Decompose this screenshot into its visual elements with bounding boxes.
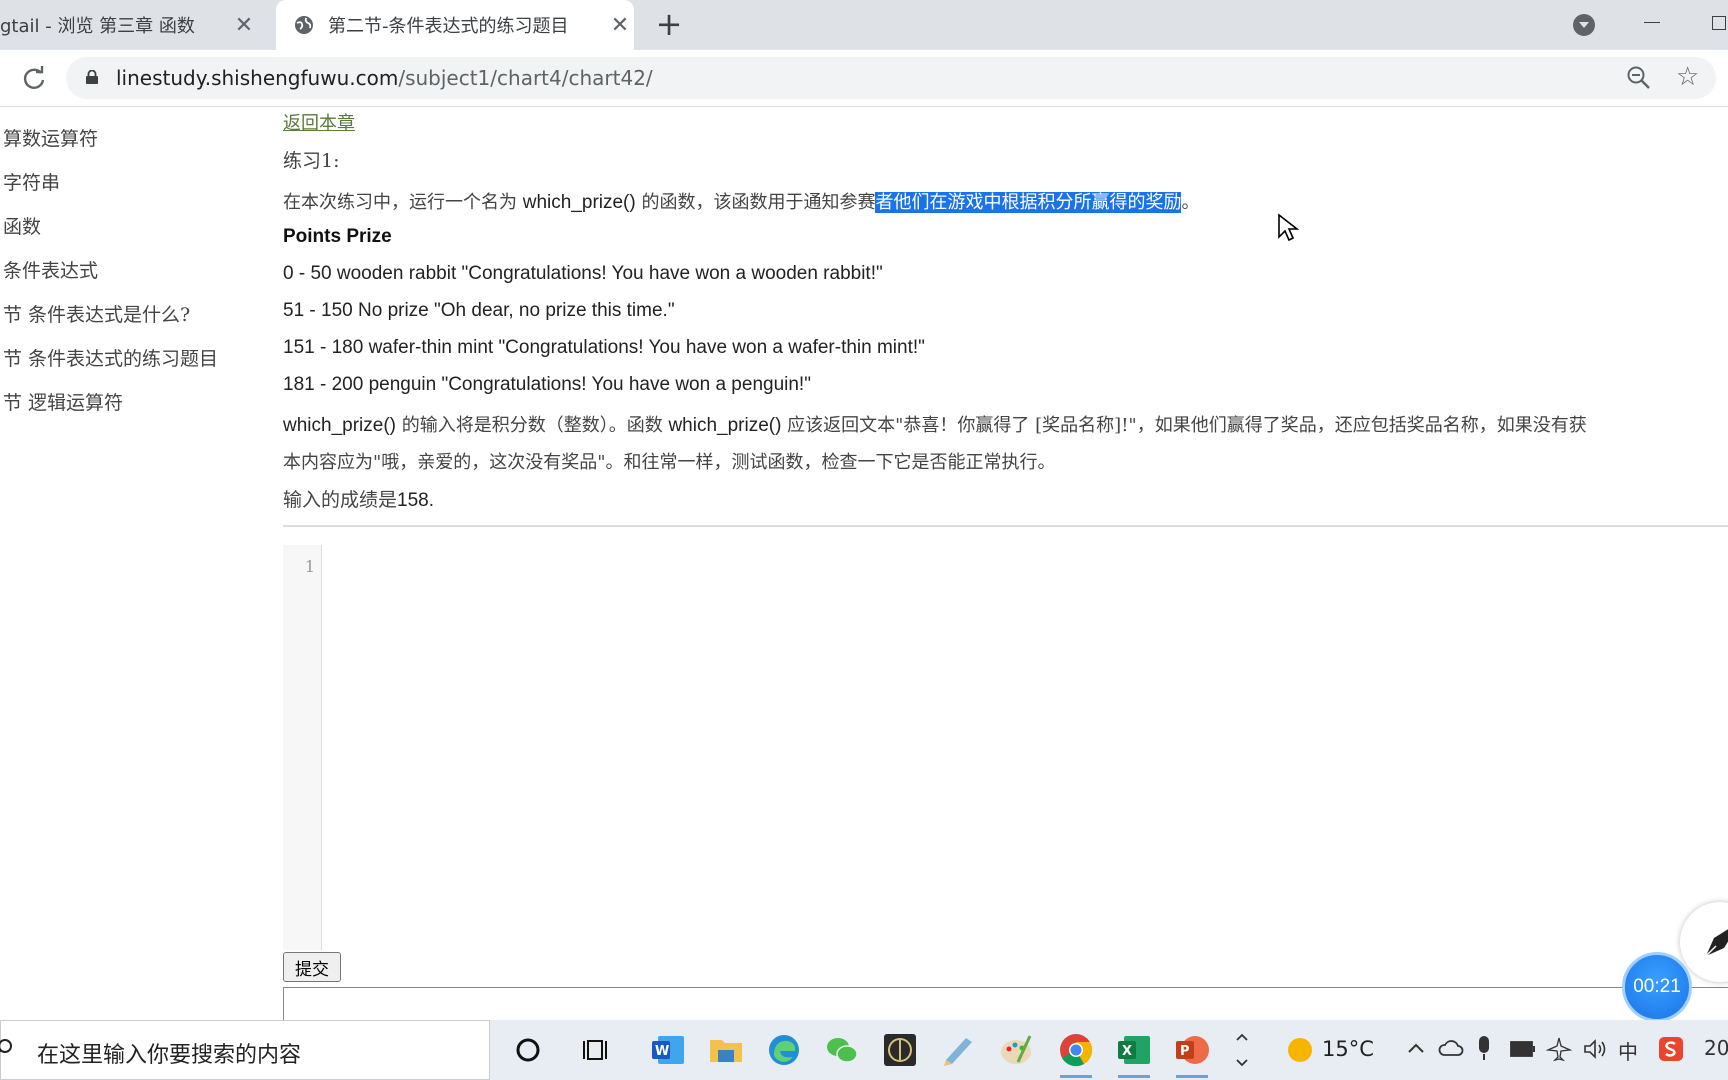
output-box — [283, 987, 1728, 1021]
description-text: 的输入将是积分数（整数）。函数 — [395, 415, 669, 436]
content-divider — [283, 525, 1728, 527]
airplane-mode-icon[interactable] — [1546, 1036, 1572, 1062]
exercise-intro: 在本次练习中，运行一个名为 which_prize() 的函数，该函数用于通知参… — [283, 188, 1199, 214]
minimize-icon[interactable] — [1644, 22, 1660, 23]
prize-row: 0 - 50 wooden rabbit "Congratulations! Y… — [283, 263, 883, 284]
tab-strip: gtail - 浏览 第三章 函数 ✕ 第二节-条件表达式的练习题目 ✕ + — [0, 0, 1728, 50]
bookmark-star-icon[interactable]: ☆ — [1676, 63, 1699, 91]
zoom-out-icon[interactable] — [1626, 65, 1652, 91]
maximize-icon[interactable] — [1712, 16, 1726, 30]
edge-icon[interactable] — [766, 1032, 802, 1068]
sidebar-item-strings[interactable]: 字符串 — [3, 168, 60, 195]
mouse-cursor-icon — [1278, 213, 1299, 242]
taskbar: 在这里输入你要搜索的内容 W X P 15°C 中 20 — [0, 1020, 1728, 1080]
editor-gutter: 1 — [283, 545, 322, 950]
paint-icon[interactable] — [998, 1032, 1034, 1068]
url-host: linestudy.shishengfuwu.com — [116, 66, 399, 90]
sidebar-item-conditionals[interactable]: 条件表达式 — [3, 256, 98, 283]
tab-exercise[interactable]: 第二节-条件表达式的练习题目 ✕ — [276, 0, 634, 50]
function-name: which_prize() — [668, 415, 782, 436]
globe-icon — [295, 16, 313, 34]
tab-search-icon[interactable] — [1573, 14, 1595, 36]
intro-text: 在本次练习中，运行一个名为 — [283, 192, 523, 213]
code-editor[interactable]: 1 — [283, 545, 1728, 950]
weather-temperature[interactable]: 15°C — [1322, 1037, 1374, 1061]
sidebar-item-conditional-exercises[interactable]: 节 条件表达式的练习题目 — [3, 344, 218, 371]
selected-text: 者他们在游戏中根据积分所赢得的奖励 — [875, 192, 1182, 213]
taskbar-scroll-icon[interactable] — [1232, 1026, 1252, 1074]
close-icon[interactable]: ✕ — [230, 13, 258, 38]
onedrive-icon[interactable] — [1438, 1037, 1464, 1059]
input-note-text: 输入的成绩是 — [283, 489, 398, 511]
description-text: 应该返回文本"恭喜！你赢得了 [奖品名称]!"，如果他们赢得了奖品，还应包括奖品… — [781, 415, 1587, 436]
app-icon[interactable] — [882, 1032, 918, 1068]
pen-icon — [1705, 929, 1728, 957]
submit-button[interactable]: 提交 — [283, 952, 341, 982]
battery-icon[interactable] — [1510, 1040, 1536, 1058]
table-header: Points Prize — [283, 226, 392, 247]
url-text[interactable]: linestudy.shishengfuwu.com/subject1/char… — [116, 66, 653, 90]
input-value: 158. — [397, 490, 434, 511]
search-placeholder: 在这里输入你要搜索的内容 — [37, 1043, 302, 1068]
sidebar-item-logical-operators[interactable]: 节 逻辑运算符 — [3, 388, 123, 415]
address-bar[interactable]: linestudy.shishengfuwu.com/subject1/char… — [66, 57, 1716, 99]
clock[interactable]: 20 — [1704, 1036, 1728, 1060]
notepad-icon[interactable] — [940, 1032, 976, 1068]
tab-wagtail[interactable]: gtail - 浏览 第三章 函数 ✕ — [0, 0, 272, 50]
exercise-description: which_prize() 的输入将是积分数（整数）。函数 which_priz… — [283, 411, 1587, 437]
excel-icon: X — [1118, 1036, 1150, 1064]
cortana-icon[interactable] — [510, 1032, 546, 1068]
lock-icon[interactable] — [86, 70, 98, 84]
exercise-label: 练习1: — [283, 150, 340, 172]
chevron-up-icon[interactable] — [1404, 1036, 1428, 1060]
sidebar-item-what-is-conditional[interactable]: 节 条件表达式是什么? — [3, 300, 190, 327]
search-icon — [0, 1039, 12, 1053]
intro-text: 的函数，该函数用于通知参赛 — [635, 192, 876, 213]
prize-row: 51 - 150 No prize "Oh dear, no prize thi… — [283, 300, 675, 321]
svg-text:X: X — [1122, 1044, 1132, 1059]
intro-text: 。 — [1181, 192, 1200, 213]
ime-indicator[interactable]: 中 — [1618, 1036, 1638, 1065]
function-name: which_prize() — [522, 192, 636, 213]
url-path: /subject1/chart4/chart42/ — [398, 66, 653, 90]
exercise-description-cont: 本内容应为"哦，亲爱的，这次没有奖品"。和往常一样，测试函数，检查一下它是否能正… — [283, 452, 1056, 473]
excel-taskbar-button[interactable]: X — [1116, 1032, 1152, 1078]
task-view-icon[interactable] — [580, 1032, 616, 1068]
input-note: 输入的成绩是158. — [283, 485, 434, 512]
prize-row: 151 - 180 wafer-thin mint "Congratulatio… — [283, 337, 925, 358]
word-icon[interactable]: W — [650, 1032, 686, 1068]
close-icon[interactable]: ✕ — [606, 13, 634, 38]
volume-icon[interactable] — [1582, 1037, 1608, 1061]
microphone-icon[interactable] — [1474, 1034, 1494, 1062]
new-tab-button[interactable]: + — [652, 8, 686, 42]
chrome-taskbar-button[interactable] — [1058, 1032, 1094, 1078]
svg-text:P: P — [1180, 1044, 1190, 1059]
powerpoint-taskbar-button[interactable]: P — [1174, 1032, 1210, 1078]
line-number: 1 — [304, 557, 315, 576]
back-to-chapter-link[interactable]: 返回本章 — [283, 113, 355, 134]
svg-text:W: W — [655, 1044, 669, 1059]
powerpoint-icon: P — [1176, 1036, 1209, 1064]
tab-title: 第二节-条件表达式的练习题目 — [328, 16, 569, 37]
sidebar-item-functions[interactable]: 函数 — [3, 212, 41, 239]
sidebar-item-arithmetic[interactable]: 算数运算符 — [3, 124, 98, 151]
weather-sun-icon[interactable] — [1284, 1034, 1316, 1066]
prize-row: 181 - 200 penguin "Congratulations! You … — [283, 374, 811, 395]
browser-toolbar: linestudy.shishengfuwu.com/subject1/char… — [0, 50, 1728, 107]
recording-timer[interactable]: 00:21 — [1622, 952, 1692, 1022]
chrome-icon — [1060, 1034, 1093, 1067]
wechat-icon[interactable] — [824, 1032, 860, 1068]
reload-icon[interactable] — [20, 64, 48, 92]
function-name: which_prize() — [283, 415, 396, 436]
file-explorer-icon[interactable] — [708, 1032, 744, 1068]
sogou-ime-icon[interactable] — [1658, 1036, 1684, 1062]
taskbar-search-box[interactable]: 在这里输入你要搜索的内容 — [0, 1020, 490, 1080]
